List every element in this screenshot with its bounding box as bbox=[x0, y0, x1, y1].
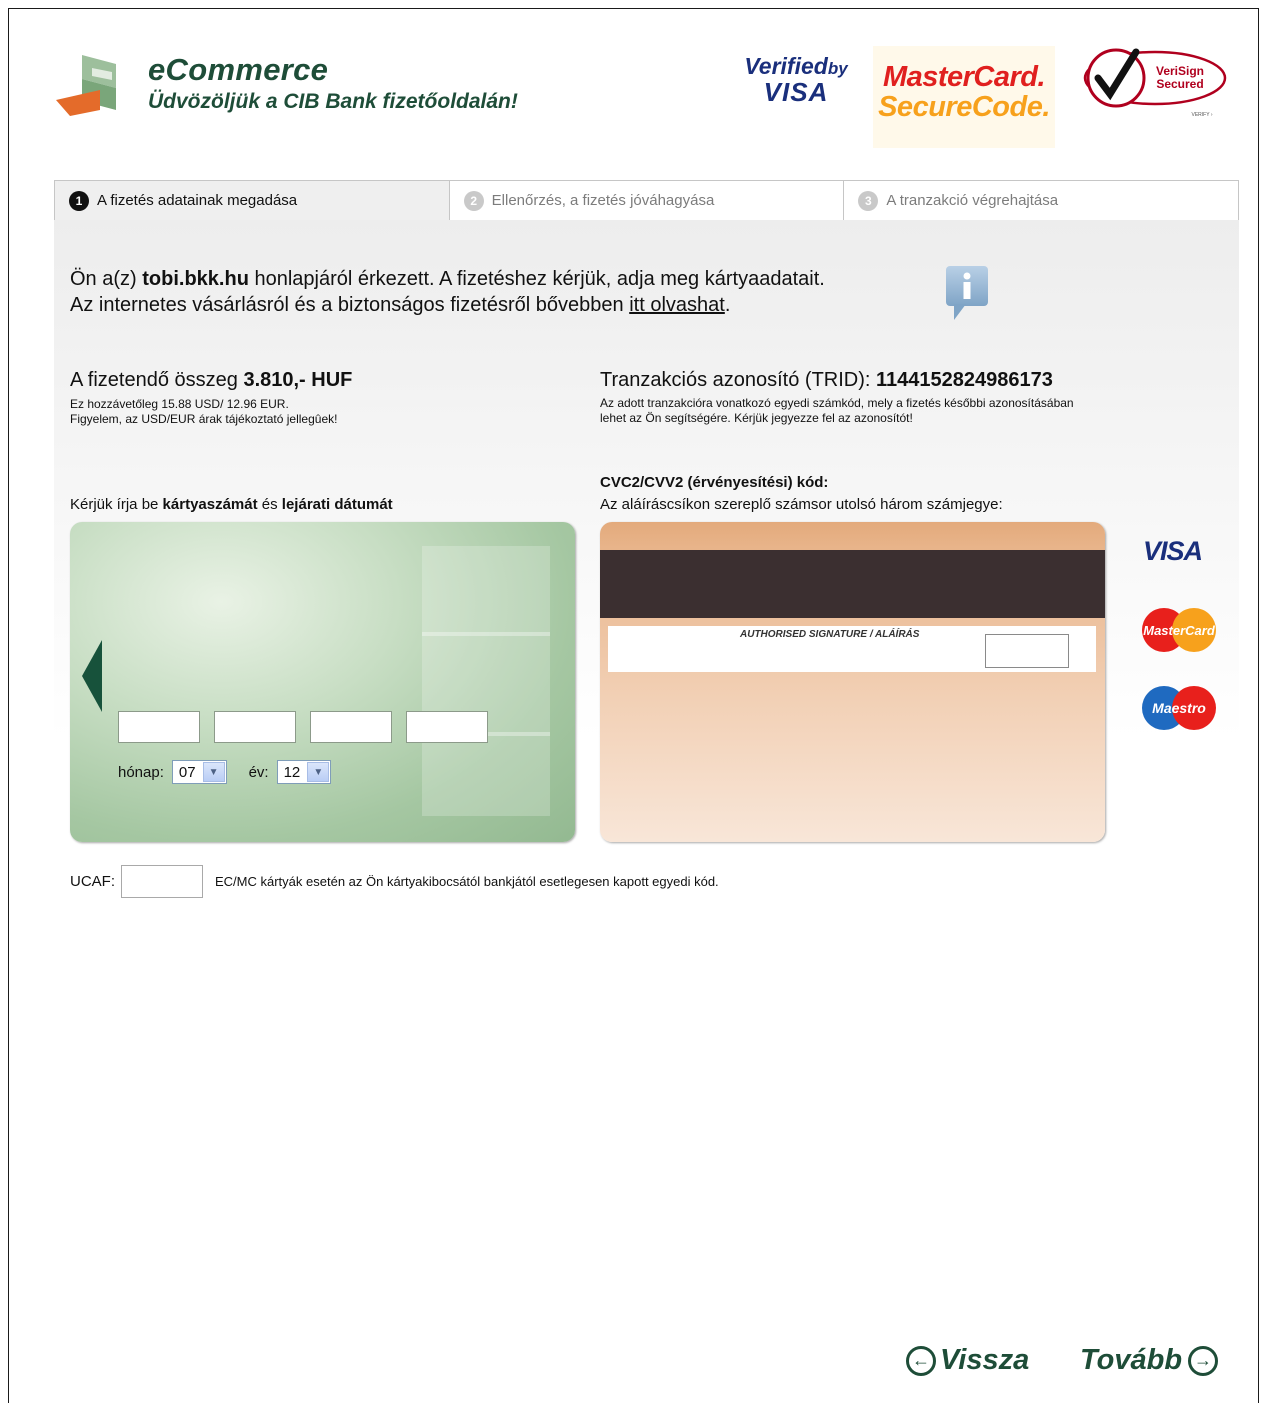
cvc-title: CVC2/CVV2 (érvényesítési) kód: bbox=[600, 474, 829, 491]
tab-step-1: 1 A fizetés adatainak megadása bbox=[54, 180, 450, 220]
card-number-field-3[interactable] bbox=[310, 711, 392, 743]
card-number-field-1[interactable] bbox=[118, 711, 200, 743]
year-select[interactable]: 12 ▼ bbox=[276, 760, 332, 784]
trid-note-1: Az adott tranzakcióra vonatkozó egyedi s… bbox=[600, 396, 1074, 410]
cvc-input[interactable] bbox=[985, 634, 1069, 668]
month-value: 07 bbox=[178, 763, 196, 781]
vbv-verified: Verified bbox=[744, 53, 828, 79]
card-back: AUTHORISED SIGNATURE / ALÁÍRÁS bbox=[600, 522, 1105, 842]
expiry-row: hónap: 07 ▼ év: 12 ▼ bbox=[118, 760, 353, 784]
trid-line: Tranzakciós azonosító (TRID): 1144152824… bbox=[600, 369, 1053, 392]
intro-line2: Az internetes vásárlásról és a biztonság… bbox=[70, 294, 630, 316]
verisign-l2: Secured bbox=[1156, 77, 1203, 91]
vbv-visa: VISA bbox=[763, 77, 829, 107]
arrow-left-icon: ← bbox=[906, 1345, 936, 1376]
card-arrow-icon bbox=[82, 640, 102, 712]
trid-label: Tranzakciós azonosító (TRID): bbox=[600, 369, 877, 391]
maestro-text: Maestro bbox=[1152, 700, 1206, 716]
arrow-right-icon: → bbox=[1188, 1345, 1219, 1376]
cvc-label: Az aláíráscsíkon szereplő számsor utolsó… bbox=[600, 496, 1003, 513]
intro-prefix: Ön a(z) bbox=[70, 268, 143, 290]
info-link[interactable]: itt olvashat bbox=[629, 294, 725, 316]
mastercard-text: MasterCard bbox=[1143, 623, 1216, 638]
maestro-logo-icon: Maestro bbox=[1142, 686, 1216, 730]
card-label-b2: lejárati dátumát bbox=[281, 496, 393, 513]
ucaf-input[interactable] bbox=[121, 865, 203, 898]
intro-suffix: honlapjáról érkezett. A fizetéshez kérjü… bbox=[248, 268, 825, 290]
mcsc-line2: SecureCode. bbox=[878, 91, 1050, 124]
next-button[interactable]: Tovább → bbox=[1080, 1344, 1219, 1377]
card-label-prefix: Kérjük írja be bbox=[70, 496, 163, 513]
step-3-number: 3 bbox=[858, 190, 879, 211]
verisign-l1: VeriSign bbox=[1156, 64, 1204, 78]
card-front: hónap: 07 ▼ év: 12 ▼ bbox=[70, 522, 575, 842]
card-number-field-4[interactable] bbox=[406, 711, 488, 743]
step-3-label: A tranzakció végrehajtása bbox=[886, 192, 1059, 209]
mastercard-logo-icon: MasterCard bbox=[1142, 608, 1216, 652]
month-select[interactable]: 07 ▼ bbox=[171, 760, 227, 784]
step-1-label: A fizetés adatainak megadása bbox=[97, 192, 298, 209]
next-label: Tovább bbox=[1080, 1344, 1183, 1376]
brand-title: eCommerce bbox=[148, 52, 329, 87]
card-decor bbox=[422, 546, 550, 816]
year-label: év: bbox=[248, 763, 269, 781]
magnetic-stripe bbox=[600, 550, 1105, 618]
amount-value: 3.810,- HUF bbox=[243, 369, 353, 391]
trid-value: 1144152824986173 bbox=[876, 369, 1053, 391]
card-number-field-2[interactable] bbox=[214, 711, 296, 743]
verisign-secured-logo: VeriSign Secured VERIFY › bbox=[1083, 48, 1227, 118]
amount-note-1: Ez hozzávetőleg 15.88 USD/ 12.96 EUR. bbox=[70, 397, 289, 411]
step-2-label: Ellenőrzés, a fizetés jóváhagyása bbox=[491, 192, 715, 209]
verisign-l3: VERIFY › bbox=[1191, 112, 1212, 118]
amount-note-2: Figyelem, az USD/EUR árak tájékoztató je… bbox=[70, 412, 338, 426]
year-value: 12 bbox=[283, 763, 301, 781]
tab-step-2: 2 Ellenőrzés, a fizetés jóváhagyása bbox=[449, 180, 845, 220]
intro-text: Ön a(z) tobi.bkk.hu honlapjáról érkezett… bbox=[70, 266, 825, 318]
verified-by-visa-logo: Verifiedby VISA bbox=[740, 53, 852, 107]
card-label-mid: és bbox=[257, 496, 282, 513]
amount-note: Ez hozzávetőleg 15.88 USD/ 12.96 EUR. Fi… bbox=[70, 397, 337, 427]
step-2-number: 2 bbox=[463, 190, 484, 211]
ecommerce-logo-icon bbox=[56, 55, 116, 116]
amount-label: A fizetendő összeg bbox=[70, 369, 244, 391]
ucaf-description: EC/MC kártyák esetén az Ön kártyakibocsá… bbox=[215, 874, 719, 889]
mastercard-securecode-logo: MasterCard. SecureCode. bbox=[873, 46, 1055, 148]
step-1-number: 1 bbox=[69, 190, 89, 211]
trid-note-2: lehet az Ön segítségére. Kérjük jegyezze… bbox=[600, 411, 913, 425]
merchant-site: tobi.bkk.hu bbox=[142, 268, 249, 290]
visa-logo: VISA bbox=[1143, 536, 1203, 566]
ucaf-row: UCAF: EC/MC kártyák esetén az Ön kártyak… bbox=[70, 865, 719, 898]
vbv-by: by bbox=[827, 59, 848, 78]
amount-line: A fizetendő összeg 3.810,- HUF bbox=[70, 369, 352, 392]
step-tabs: 1 A fizetés adatainak megadása 2 Ellenőr… bbox=[54, 180, 1240, 221]
intro-line2-end: . bbox=[724, 294, 731, 316]
mcsc-line1: MasterCard. bbox=[882, 61, 1046, 93]
signature-text: AUTHORISED SIGNATURE / ALÁÍRÁS bbox=[740, 629, 920, 640]
info-icon[interactable] bbox=[946, 266, 988, 320]
ucaf-label: UCAF: bbox=[70, 873, 115, 890]
month-label: hónap: bbox=[118, 763, 164, 781]
back-button[interactable]: ← Vissza bbox=[906, 1344, 1029, 1377]
chevron-down-icon: ▼ bbox=[202, 762, 225, 782]
chevron-down-icon: ▼ bbox=[307, 762, 330, 782]
trid-note: Az adott tranzakcióra vonatkozó egyedi s… bbox=[600, 396, 1240, 426]
card-label-b1: kártyaszámát bbox=[162, 496, 258, 513]
back-label: Vissza bbox=[940, 1344, 1030, 1376]
welcome-text: Üdvözöljük a CIB Bank fizetőoldalán! bbox=[148, 90, 518, 113]
tab-step-3: 3 A tranzakció végrehajtása bbox=[844, 180, 1240, 220]
card-number-label: Kérjük írja be kártyaszámát és lejárati … bbox=[70, 496, 393, 513]
